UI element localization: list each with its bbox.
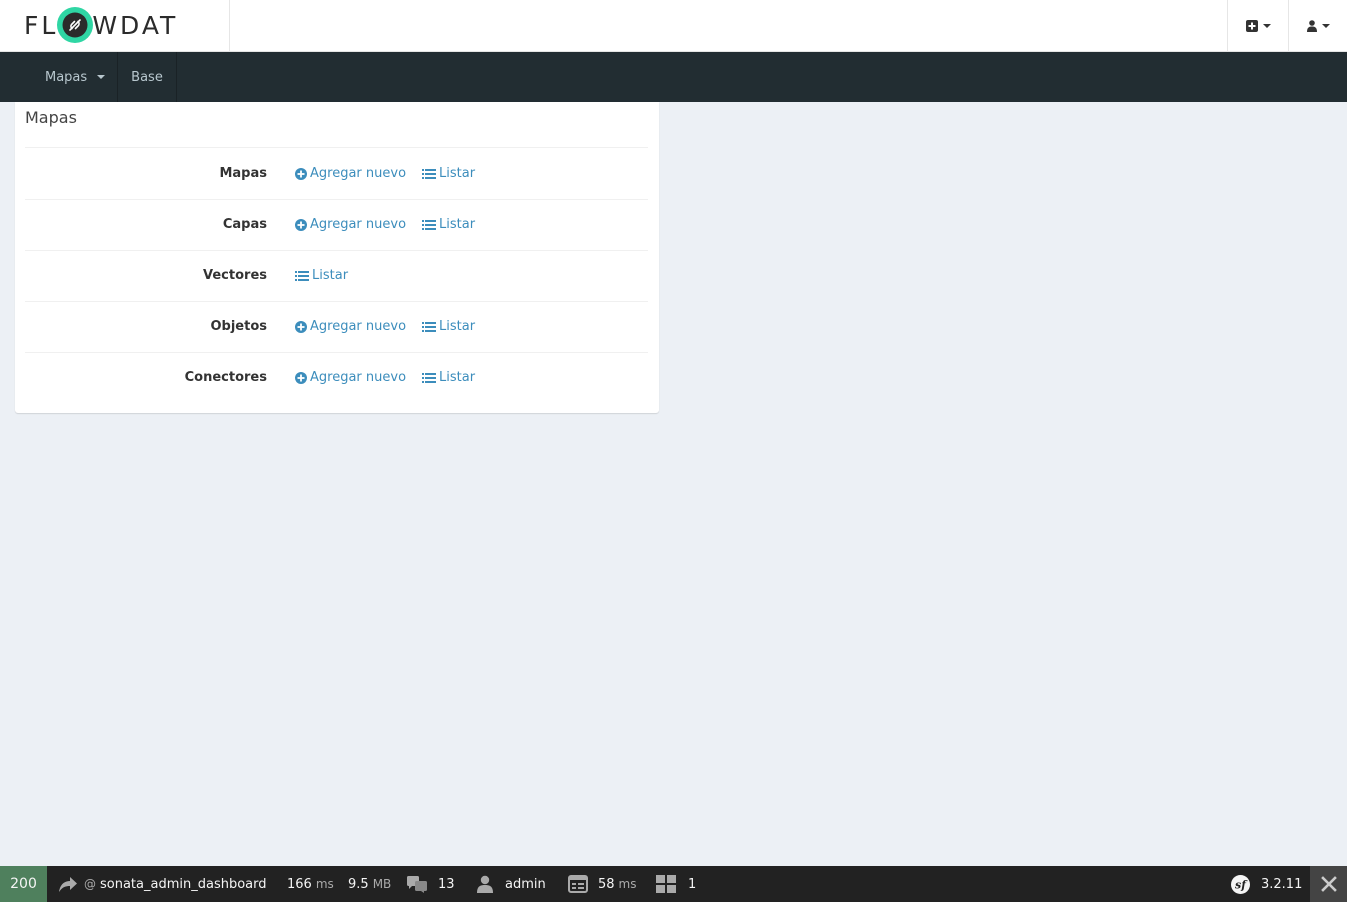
list-capas-link[interactable]: Listar (422, 217, 475, 232)
memory-unit: MB (372, 877, 392, 891)
translations-info[interactable]: 13 (406, 866, 455, 902)
caret-down-icon (97, 75, 106, 79)
caret-down-icon (1321, 24, 1330, 28)
request-time[interactable]: 166 ms (287, 866, 334, 902)
divider (25, 352, 648, 353)
nav-item-label: Mapas (45, 69, 88, 85)
add-new-label: Agregar nuevo (310, 166, 407, 181)
translations-count: 13 (438, 876, 455, 892)
forms-count: 1 (688, 876, 697, 892)
divider (25, 250, 648, 251)
add-new-capas-link[interactable]: Agregar nuevo (295, 217, 406, 232)
list-icon (422, 372, 436, 383)
list-icon (422, 168, 436, 179)
user-menu-button[interactable] (1288, 0, 1347, 52)
row-label-vectores: Vectores (203, 268, 267, 283)
route-prefix: @ (84, 877, 96, 891)
add-new-conectores-link[interactable]: Agregar nuevo (295, 370, 406, 385)
nav-item-label: Base (131, 69, 163, 85)
security-user[interactable]: admin (477, 866, 546, 902)
database-icon (568, 875, 588, 893)
database-time-unit: ms (618, 877, 637, 891)
translation-icon (407, 876, 427, 893)
plus-circle-icon (295, 320, 307, 333)
nav-item-base[interactable]: Base (118, 52, 177, 102)
request-time-value: 166 (287, 876, 312, 892)
status-code-badge[interactable]: 200 (0, 866, 47, 902)
user-name: admin (505, 876, 546, 892)
list-label: Listar (439, 217, 476, 232)
list-icon (422, 321, 436, 332)
close-icon (1320, 876, 1337, 892)
add-new-label: Agregar nuevo (310, 370, 407, 385)
route-info[interactable]: @ sonata_admin_dashboard (58, 866, 267, 902)
list-label: Listar (439, 370, 476, 385)
memory-value: 9.5 (348, 876, 369, 892)
memory-usage[interactable]: 9.5 MB (348, 866, 391, 902)
add-new-objetos-link[interactable]: Agregar nuevo (295, 319, 406, 334)
logo-text-left: FL (24, 10, 59, 40)
debug-toolbar: 200 @ sonata_admin_dashboard 166 ms 9.5 … (0, 866, 1347, 902)
dashboard-panel-mapas: Mapas Mapas Agregar nuevo Listar Capas A… (15, 102, 659, 413)
panel-title: Mapas (25, 108, 77, 127)
database-time-value: 58 (598, 876, 615, 892)
plus-circle-icon (295, 218, 307, 231)
request-time-unit: ms (315, 877, 334, 891)
symfony-logo-icon: sf (1231, 874, 1250, 894)
logo-text-right: WDAT (92, 10, 179, 40)
divider (25, 199, 648, 200)
divider (25, 301, 648, 302)
route-name: sonata_admin_dashboard (100, 876, 267, 892)
row-label-mapas: Mapas (219, 166, 267, 181)
list-label: Listar (312, 268, 349, 283)
flowdat-logo[interactable]: FL WDAT (24, 7, 178, 43)
main-navbar: Mapas Base (0, 52, 1347, 102)
database-time[interactable]: 58 ms (568, 866, 637, 902)
list-vectores-link[interactable]: Listar (295, 268, 348, 283)
forms-grid-icon (656, 875, 676, 893)
forms-info[interactable]: 1 (656, 866, 696, 902)
symfony-version-value: 3.2.11 (1261, 876, 1303, 892)
add-new-label: Agregar nuevo (310, 217, 407, 232)
user-icon (1306, 20, 1317, 32)
list-label: Listar (439, 319, 476, 334)
caret-down-icon (1262, 24, 1271, 28)
list-conectores-link[interactable]: Listar (422, 370, 475, 385)
close-toolbar-button[interactable] (1310, 866, 1347, 902)
add-new-mapas-link[interactable]: Agregar nuevo (295, 166, 406, 181)
row-label-capas: Capas (222, 217, 267, 232)
plus-circle-icon (295, 371, 307, 384)
nav-item-mapas[interactable]: Mapas (29, 52, 118, 102)
list-icon (295, 270, 309, 281)
row-label-conectores: Conectores (184, 370, 267, 385)
list-mapas-link[interactable]: Listar (422, 166, 475, 181)
list-label: Listar (439, 166, 476, 181)
top-header: FL WDAT (0, 0, 1347, 52)
add-new-menu-button[interactable] (1227, 0, 1288, 52)
forward-arrow-icon (59, 877, 77, 892)
user-icon (477, 875, 493, 893)
logo-emblem-icon (56, 6, 94, 44)
add-new-label: Agregar nuevo (310, 319, 407, 334)
divider (25, 147, 648, 148)
plus-square-icon (1245, 20, 1258, 32)
row-label-objetos: Objetos (210, 319, 267, 334)
list-objetos-link[interactable]: Listar (422, 319, 475, 334)
symfony-version[interactable]: sf 3.2.11 (1231, 866, 1302, 902)
plus-circle-icon (295, 167, 307, 180)
list-icon (422, 219, 436, 230)
logo-container[interactable]: FL WDAT (0, 0, 230, 52)
